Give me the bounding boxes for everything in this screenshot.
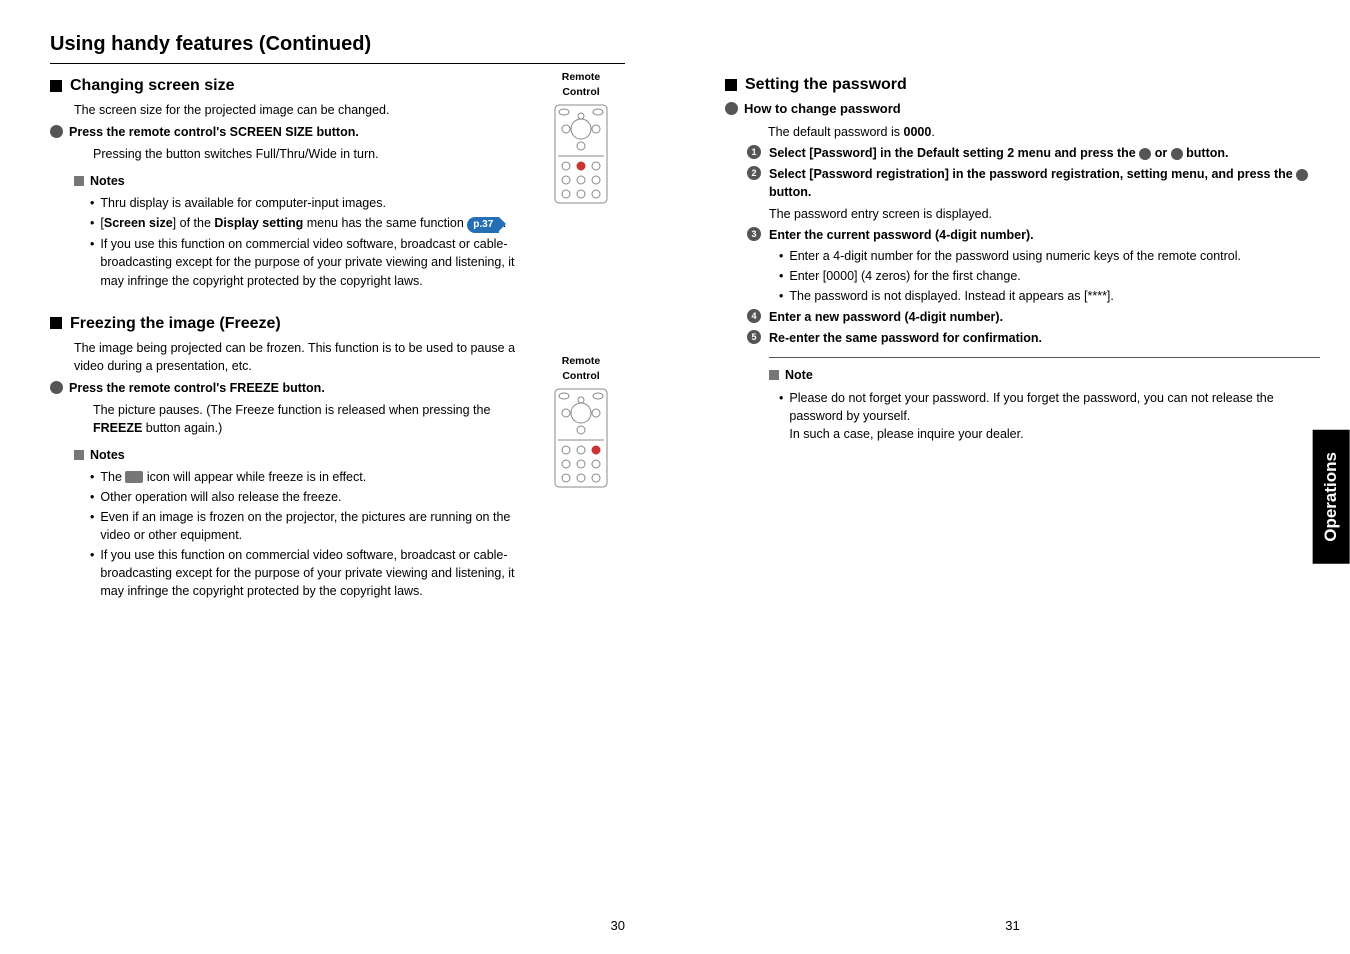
default-password-text: The default password is 0000. <box>768 123 1320 141</box>
filled-circle-icon <box>50 381 63 394</box>
sub-heading: How to change password <box>725 100 1320 119</box>
remote-control-figure: Remote Control <box>550 354 612 494</box>
page-reference-badge[interactable]: p.37 <box>467 217 499 234</box>
filled-circle-icon <box>725 102 738 115</box>
step-number-icon: 1 <box>747 145 761 159</box>
note-item: •Thru display is available for computer-… <box>90 194 530 212</box>
notes-heading: Notes <box>74 446 530 464</box>
note-item: • The icon will appear while freeze is i… <box>90 468 530 486</box>
remote-control-icon <box>554 388 608 488</box>
page-number: 30 <box>611 917 625 936</box>
step-sub-item: •Enter [0000] (4 zeros) for the first ch… <box>779 267 1320 285</box>
step-number-icon: 5 <box>747 330 761 344</box>
note-square-icon <box>74 450 84 460</box>
right-button-icon <box>1171 148 1183 160</box>
section-heading-freeze: Freezing the image (Freeze) <box>50 312 530 335</box>
note-square-icon <box>769 370 779 380</box>
step-3: 3 Enter the current password (4-digit nu… <box>747 226 1320 244</box>
note-item: • Please do not forget your password. If… <box>779 389 1320 443</box>
square-bullet-icon <box>50 317 62 329</box>
square-bullet-icon <box>725 79 737 91</box>
note-item: • [Screen size] of the Display setting m… <box>90 214 530 234</box>
note-item: •If you use this function on commercial … <box>90 235 530 289</box>
step-2: 2 Select [Password registration] in the … <box>747 165 1320 201</box>
notes-heading: Notes <box>74 172 530 190</box>
square-bullet-icon <box>50 80 62 92</box>
note-item: •Even if an image is frozen on the proje… <box>90 508 530 544</box>
step-sub-item: •The password is not displayed. Instead … <box>779 287 1320 305</box>
note-heading: Note <box>769 366 1320 384</box>
step-number-icon: 2 <box>747 166 761 180</box>
remote-control-figure: Remote Control <box>550 70 612 210</box>
page-title: Using handy features (Continued) <box>50 30 625 64</box>
press-description: Pressing the button switches Full/Thru/W… <box>93 145 530 163</box>
press-description: The picture pauses. (The Freeze function… <box>93 401 530 437</box>
remote-control-icon <box>554 104 608 204</box>
step-number-icon: 4 <box>747 309 761 323</box>
section-heading-screen-size: Changing screen size <box>50 74 530 97</box>
step-description: The password entry screen is displayed. <box>769 205 1320 223</box>
step-sub-item: •Enter a 4-digit number for the password… <box>779 247 1320 265</box>
enter-button-icon <box>1139 148 1151 160</box>
intro-text: The screen size for the projected image … <box>74 101 530 119</box>
note-square-icon <box>74 176 84 186</box>
page-number: 31 <box>1005 917 1019 936</box>
side-tab-operations: Operations <box>1313 430 1350 564</box>
step-5: 5 Re-enter the same password for confirm… <box>747 329 1320 347</box>
enter-button-icon <box>1296 169 1308 181</box>
filled-circle-icon <box>50 125 63 138</box>
note-item: •If you use this function on commercial … <box>90 546 530 600</box>
step-number-icon: 3 <box>747 227 761 241</box>
press-instruction: Press the remote control's FREEZE button… <box>50 379 530 397</box>
step-1: 1 Select [Password] in the Default setti… <box>747 144 1320 162</box>
note-item: •Other operation will also release the f… <box>90 488 530 506</box>
intro-text: The image being projected can be frozen.… <box>74 339 530 375</box>
freeze-icon <box>125 471 143 483</box>
section-heading-password: Setting the password <box>725 73 1320 96</box>
step-4: 4 Enter a new password (4-digit number). <box>747 308 1320 326</box>
press-instruction: Press the remote control's SCREEN SIZE b… <box>50 123 530 141</box>
